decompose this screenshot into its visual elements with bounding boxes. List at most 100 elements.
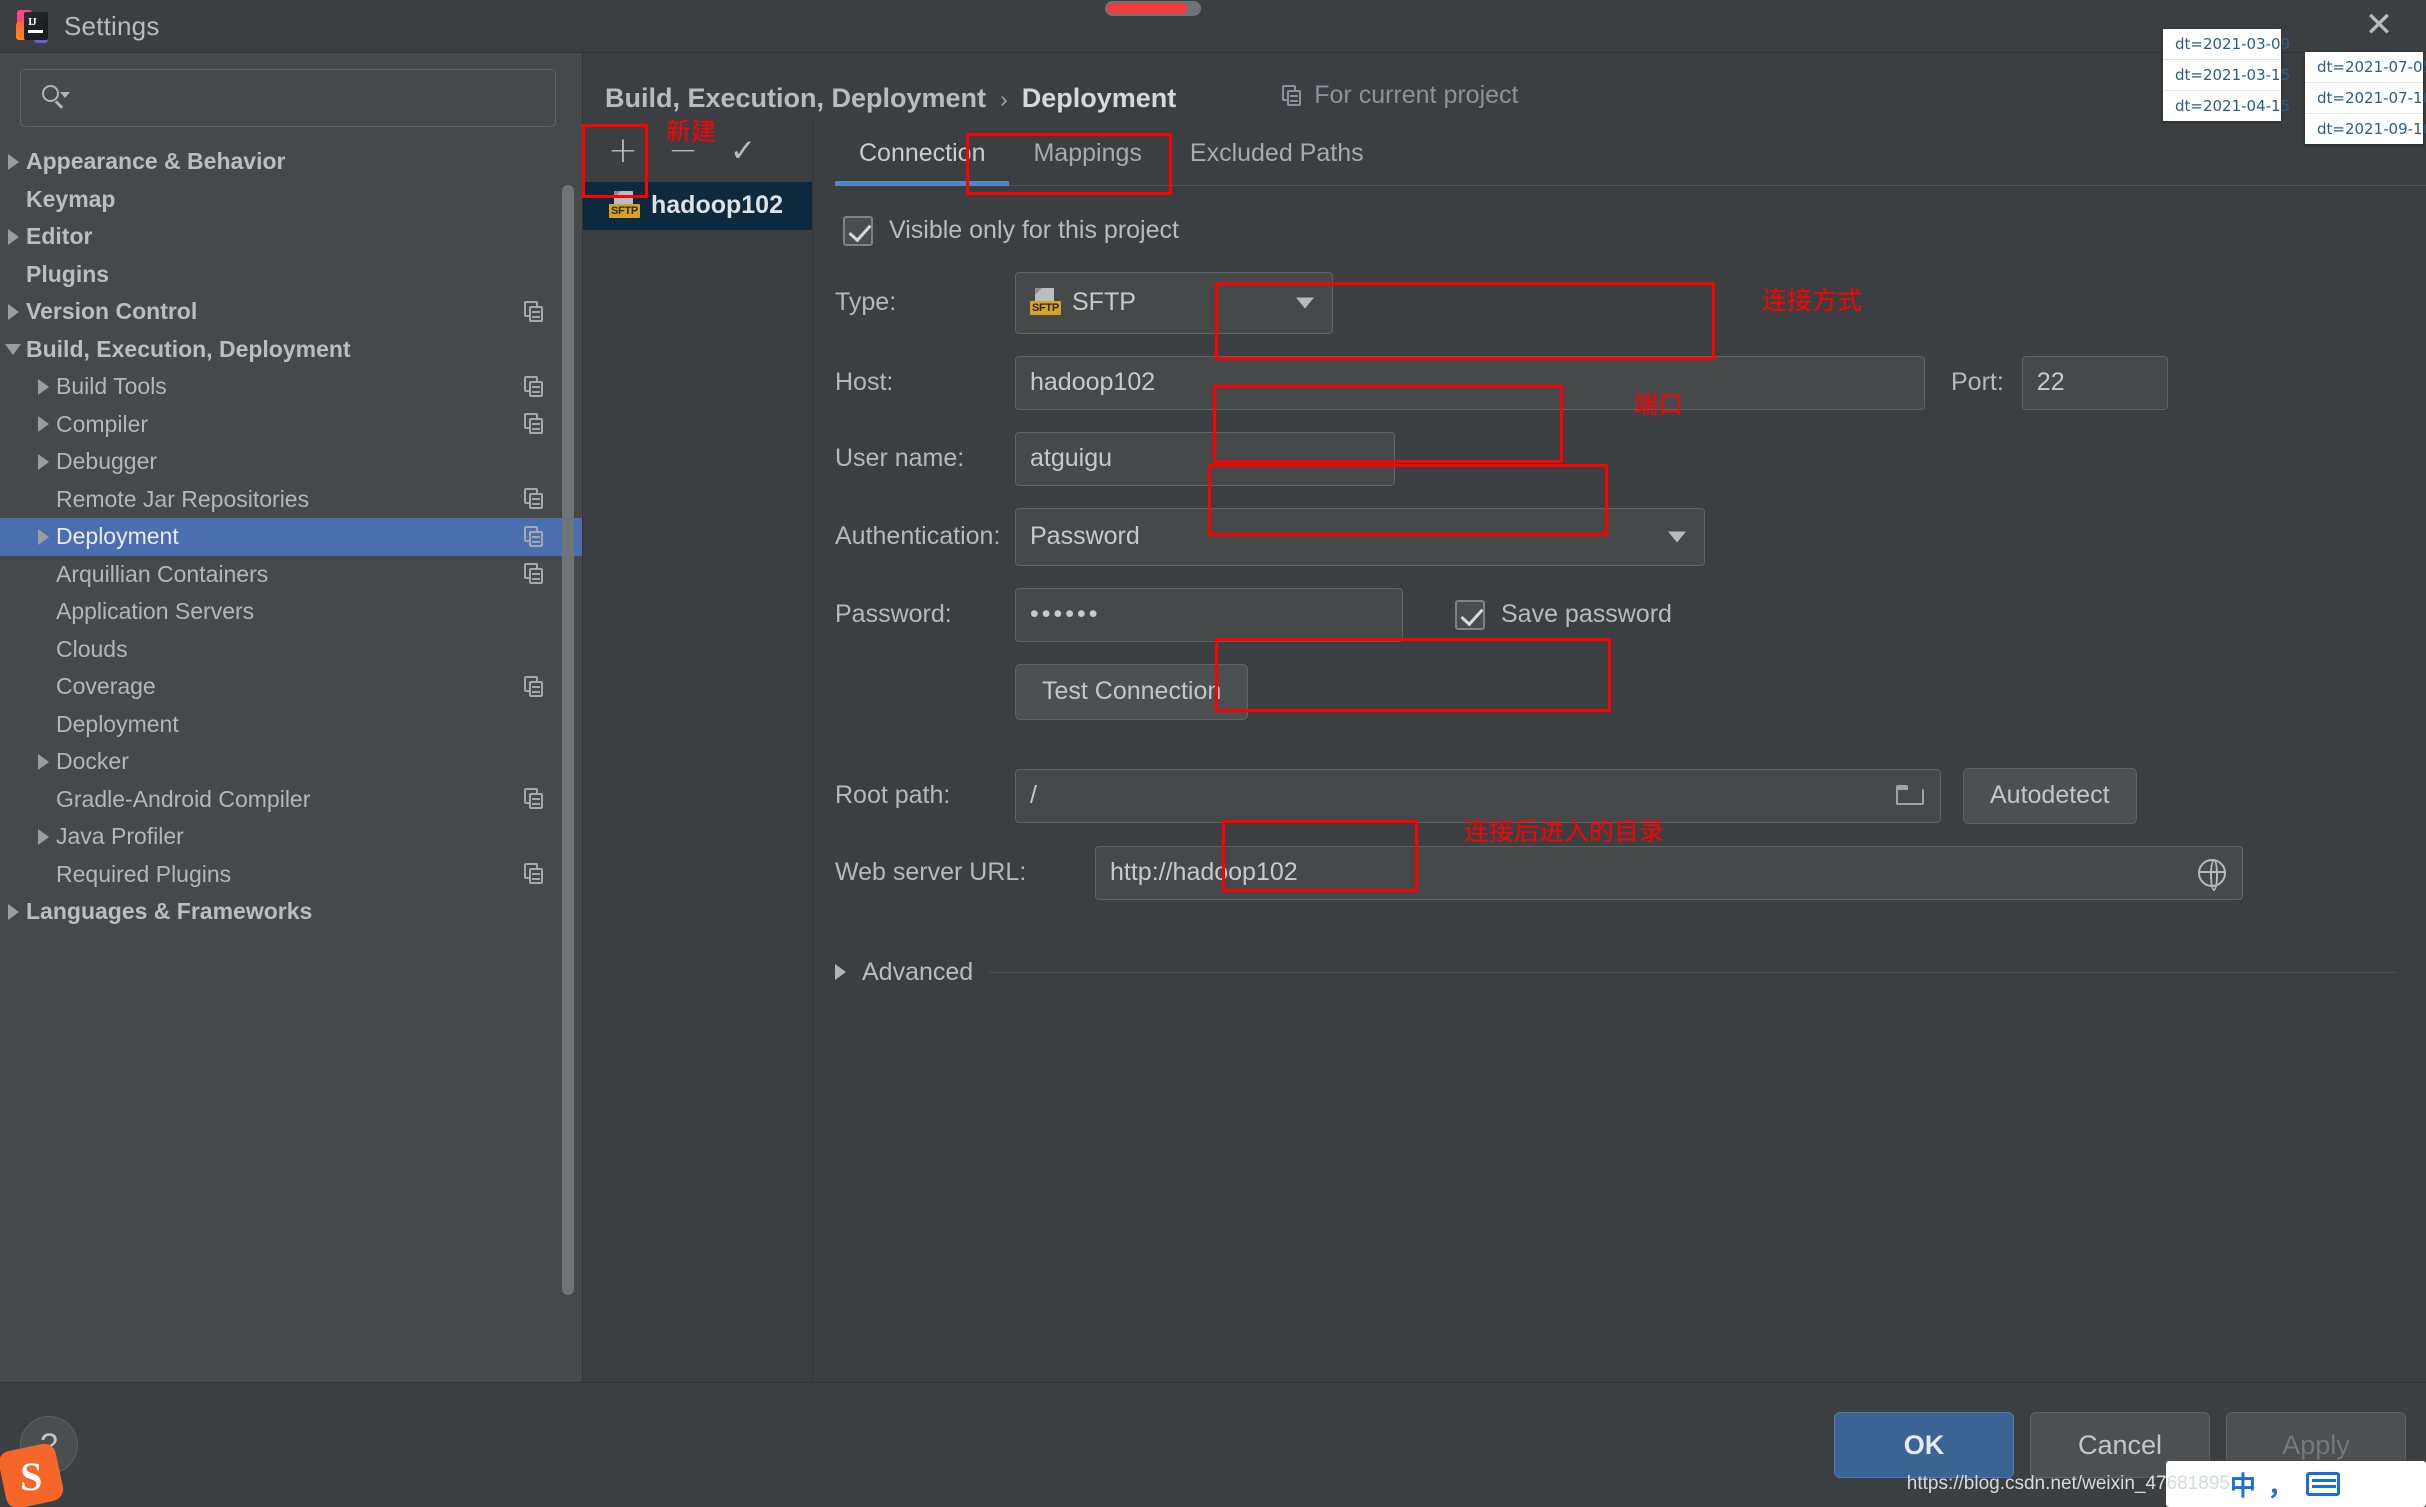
chevron-down-icon[interactable] (0, 336, 26, 362)
tab-connection[interactable]: Connection (835, 123, 1010, 186)
breadcrumb-separator: › (1000, 85, 1008, 112)
web-url-row: Web server URL: http://hadoop102 (835, 845, 2426, 900)
save-password-checkbox[interactable] (1455, 599, 1485, 630)
root-path-input[interactable]: / (1015, 768, 1941, 823)
password-label: Password: (835, 600, 952, 628)
sidebar-item-coverage[interactable]: Coverage (0, 668, 582, 706)
username-input[interactable]: atguigu (1015, 431, 1395, 486)
password-input[interactable]: •••••• (1015, 587, 1403, 642)
copy-icon (524, 488, 546, 510)
sidebar-item-label: Editor (26, 223, 93, 250)
sidebar-item-appearance-behavior[interactable]: Appearance & Behavior (0, 143, 582, 181)
set-default-server-button[interactable]: ✓ (715, 125, 771, 177)
sidebar-item-java-profiler[interactable]: Java Profiler (0, 818, 582, 856)
dialog-body: Appearance & Behavior Keymap Editor Plugins… (0, 52, 2426, 1382)
breadcrumb-root[interactable]: Build, Execution, Deployment (605, 83, 986, 114)
chevron-right-icon[interactable] (30, 524, 56, 550)
sidebar-item-docker[interactable]: Docker (0, 743, 582, 781)
deployment-content: + − ✓ SFTP hadoop102 Connection Mappings Ex… (583, 119, 2426, 1382)
test-connection-row: Test Connection (835, 663, 2426, 720)
sidebar-item-label: Deployment (56, 523, 179, 550)
ime-punct-label[interactable]: ， (2268, 1466, 2294, 1503)
keyboard-icon[interactable] (2306, 1472, 2341, 1496)
sidebar-item-label: Keymap (26, 185, 116, 212)
chevron-right-icon[interactable] (0, 149, 26, 175)
sidebar-item-plugins[interactable]: Plugins (0, 256, 582, 294)
root-path-value: / (1030, 781, 1037, 809)
sidebar-item-version-control[interactable]: Version Control (0, 293, 582, 331)
chevron-right-icon[interactable] (30, 749, 56, 775)
partition-row: dt=2021-07-10 (2305, 83, 2426, 114)
tab-excluded-paths[interactable]: Excluded Paths (1166, 123, 1388, 185)
sogou-ime-logo-icon: S (0, 1441, 66, 1507)
type-select[interactable]: SFTP SFTP (1015, 271, 1333, 334)
sidebar-item-gradle-android-compiler[interactable]: Gradle-Android Compiler (0, 781, 582, 819)
visible-only-checkbox[interactable] (843, 215, 873, 246)
search-input[interactable] (20, 69, 556, 127)
breadcrumb-current: Deployment (1021, 82, 1177, 113)
sidebar-item-remote-jar-repositories[interactable]: Remote Jar Repositories (0, 481, 582, 519)
authentication-value: Password (1030, 522, 1140, 550)
sidebar-item-build-tools[interactable]: Build Tools (0, 368, 582, 406)
globe-icon[interactable] (2198, 858, 2226, 891)
ime-mode-label[interactable]: 中 (2230, 1466, 2256, 1503)
sftp-icon: SFTP (1030, 287, 1061, 318)
copy-icon (524, 525, 546, 548)
chevron-right-icon[interactable] (30, 824, 56, 850)
sidebar-item-languages-frameworks[interactable]: Languages & Frameworks (0, 893, 582, 931)
sidebar-item-deployment[interactable]: Deployment (0, 518, 582, 556)
authentication-label: Authentication: (835, 522, 1001, 550)
username-row: User name: atguigu (835, 431, 2426, 486)
server-list-item[interactable]: SFTP hadoop102 (583, 181, 812, 230)
sidebar-item-label: Application Servers (56, 598, 255, 625)
folder-icon[interactable] (1896, 784, 1924, 807)
port-label: Port: (1951, 368, 2004, 396)
test-connection-button[interactable]: Test Connection (1015, 663, 1249, 720)
watermark-url: https://blog.csdn.net/weixin_47681895 (1906, 1473, 2230, 1494)
chevron-right-icon[interactable] (0, 899, 26, 925)
sidebar-item-label: Appearance & Behavior (26, 148, 286, 175)
host-input[interactable]: hadoop102 (1015, 355, 1925, 410)
sidebar-item-application-servers[interactable]: Application Servers (0, 593, 582, 631)
host-label: Host: (835, 368, 894, 396)
close-icon[interactable]: ✕ (2356, 2, 2402, 48)
sidebar-item-arquillian-containers[interactable]: Arquillian Containers (0, 556, 582, 594)
server-list-panel: + − ✓ SFTP hadoop102 (583, 119, 813, 1382)
sidebar-item-debugger[interactable]: Debugger (0, 443, 582, 481)
autodetect-button[interactable]: Autodetect (1963, 767, 2137, 824)
sidebar-item-build-execution-deployment[interactable]: Build, Execution, Deployment (0, 331, 582, 369)
add-server-button[interactable]: + (595, 125, 651, 177)
chevron-right-icon[interactable] (30, 374, 56, 400)
sidebar-item-label: Languages & Frameworks (26, 898, 313, 925)
sidebar-item-keymap[interactable]: Keymap (0, 181, 582, 219)
sidebar-scrollbar[interactable] (562, 185, 574, 1295)
chevron-right-icon[interactable] (30, 411, 56, 437)
ok-button[interactable]: OK (1834, 1412, 2014, 1478)
remove-server-button[interactable]: − (655, 125, 711, 177)
partition-row: dt=2021-07-05 (2305, 52, 2426, 83)
sidebar-item-required-plugins[interactable]: Required Plugins (0, 856, 582, 894)
sidebar-item-clouds[interactable]: Clouds (0, 631, 582, 669)
sidebar-item-label: Plugins (26, 260, 110, 287)
sidebar-item-deployment[interactable]: Deployment (0, 706, 582, 744)
root-path-row: Root path: / Autodetect (835, 767, 2426, 824)
host-row: Host: hadoop102 Port: 22 (835, 355, 2426, 410)
web-url-value: http://hadoop102 (1110, 858, 1298, 886)
copy-icon (524, 413, 546, 435)
username-label: User name: (835, 444, 965, 472)
authentication-select[interactable]: Password (1015, 507, 1705, 566)
sidebar-item-compiler[interactable]: Compiler (0, 406, 582, 444)
chevron-right-icon[interactable] (30, 449, 56, 475)
advanced-section[interactable]: Advanced (835, 958, 2426, 987)
type-label: Type: (835, 288, 897, 316)
port-input[interactable]: 22 (2021, 355, 2168, 410)
web-url-input[interactable]: http://hadoop102 (1095, 845, 2243, 900)
sidebar-item-label: Compiler (56, 410, 149, 437)
connection-form: Visible only for this project Type: SFTP (835, 186, 2426, 987)
visible-only-row: Visible only for this project (835, 215, 2426, 246)
chevron-right-icon[interactable] (0, 299, 26, 325)
chevron-right-icon[interactable] (0, 224, 26, 250)
sidebar-item-editor[interactable]: Editor (0, 218, 582, 256)
tab-mappings[interactable]: Mappings (1009, 123, 1165, 185)
search-container (0, 53, 582, 137)
